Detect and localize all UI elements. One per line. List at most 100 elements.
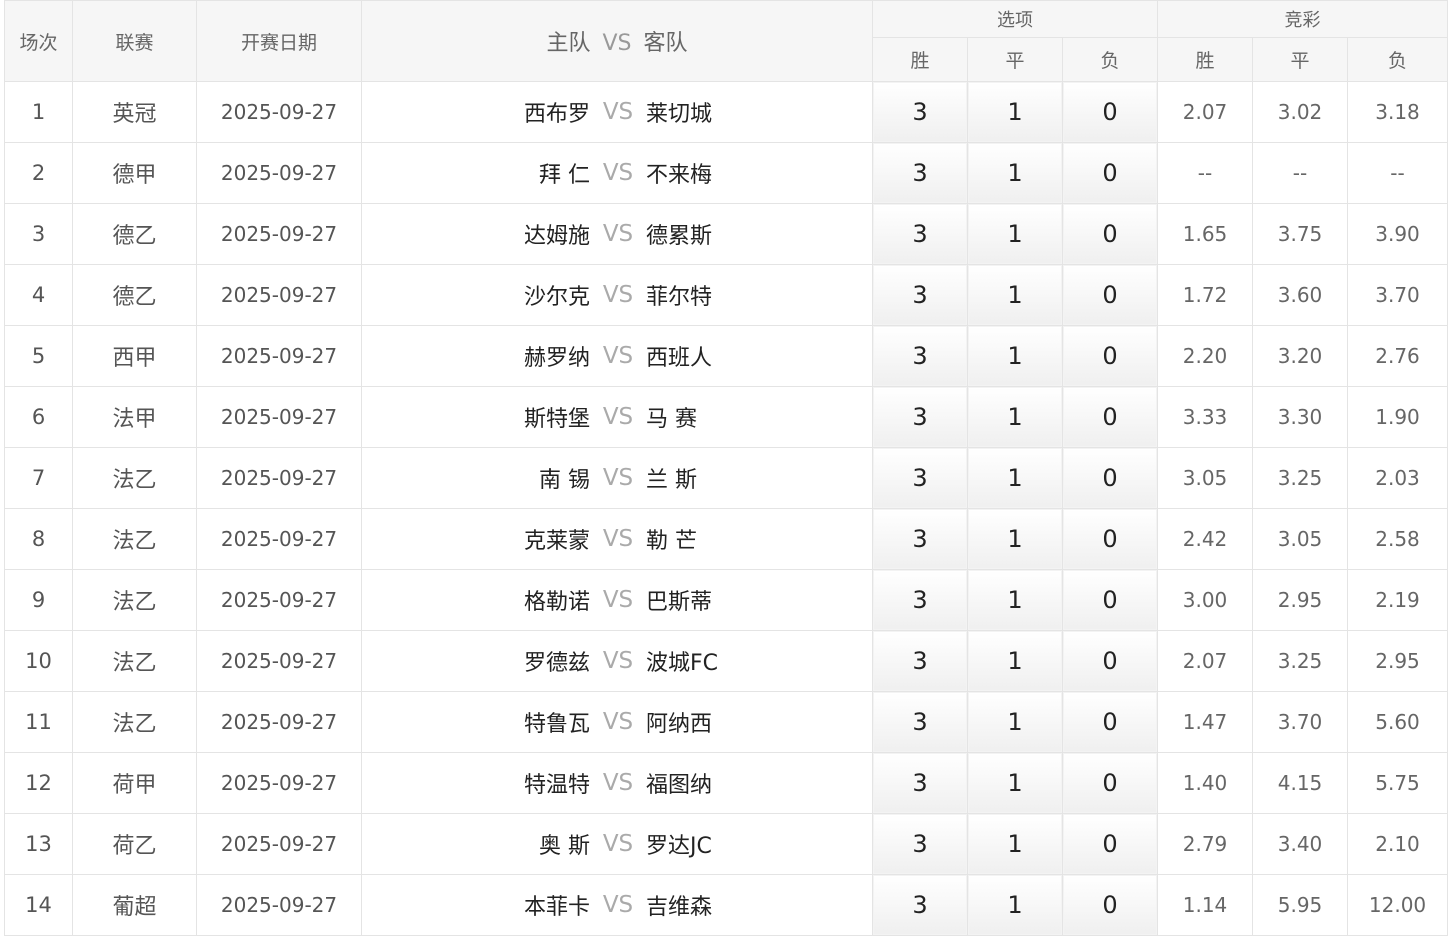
option-draw-button[interactable]: 1 [967,264,1063,326]
match-teams-line: 拜 仁 VS 不来梅 [363,157,872,189]
match-league: 荷乙 [72,813,197,875]
option-loss-button[interactable]: 0 [1061,630,1159,692]
match-teams-line: 特温特 VS 福图纳 [363,767,872,799]
odds-draw: -- [1252,142,1349,204]
vs-label: VS [602,343,634,369]
option-loss-button[interactable]: 0 [1061,264,1159,326]
table-row: 3 德乙 2025-09-27 达姆施 VS 德累斯 3 1 0 1.65 3.… [4,203,1449,265]
vs-label: VS [602,465,634,491]
table-row: 8 法乙 2025-09-27 克莱蒙 VS 勒 芒 3 1 0 2.42 3.… [4,508,1449,570]
match-index: 14 [4,874,73,936]
option-win-button[interactable]: 3 [872,142,968,204]
option-draw-button[interactable]: 1 [967,874,1063,936]
match-league: 法乙 [72,691,197,753]
option-win-button[interactable]: 3 [872,813,968,875]
match-league: 西甲 [72,325,197,387]
odds-win: 2.42 [1157,508,1254,570]
option-loss-button[interactable]: 0 [1061,691,1159,753]
option-loss-button[interactable]: 0 [1061,569,1159,631]
odds-draw: 3.70 [1252,691,1349,753]
odds-loss: 12.00 [1347,874,1449,936]
option-draw-button[interactable]: 1 [967,569,1063,631]
option-win-button[interactable]: 3 [872,264,968,326]
option-win-button[interactable]: 3 [872,569,968,631]
option-draw-button[interactable]: 1 [967,81,1063,143]
vs-label: VS [602,770,634,796]
option-draw-button[interactable]: 1 [967,752,1063,814]
option-win-button[interactable]: 3 [872,691,968,753]
option-loss-button[interactable]: 0 [1061,447,1159,509]
odds-win: 1.40 [1157,752,1254,814]
option-draw-button[interactable]: 1 [967,508,1063,570]
option-draw-button[interactable]: 1 [967,691,1063,753]
odds-win: 2.79 [1157,813,1254,875]
option-draw-button[interactable]: 1 [967,630,1063,692]
match-teams: 本菲卡 VS 吉维森 [361,874,873,936]
option-draw-button[interactable]: 1 [967,813,1063,875]
match-index: 11 [4,691,73,753]
match-league: 法乙 [72,508,197,570]
match-date: 2025-09-27 [196,203,362,265]
option-win-button[interactable]: 3 [872,81,968,143]
match-date: 2025-09-27 [196,447,362,509]
option-win-button[interactable]: 3 [872,203,968,265]
option-win-button[interactable]: 3 [872,325,968,387]
option-win-button[interactable]: 3 [872,508,968,570]
option-loss-button[interactable]: 0 [1061,386,1159,448]
odds-win: 2.07 [1157,630,1254,692]
header-date: 开赛日期 [196,0,362,82]
option-loss-button[interactable]: 0 [1061,813,1159,875]
odds-draw: 3.30 [1252,386,1349,448]
option-loss-button[interactable]: 0 [1061,752,1159,814]
odds-loss: 3.18 [1347,81,1449,143]
match-date: 2025-09-27 [196,813,362,875]
option-draw-button[interactable]: 1 [967,203,1063,265]
option-win-button[interactable]: 3 [872,752,968,814]
option-loss-button[interactable]: 0 [1061,508,1159,570]
table-body: 1 英冠 2025-09-27 西布罗 VS 莱切城 3 1 0 2.07 3.… [4,81,1449,936]
match-date: 2025-09-27 [196,752,362,814]
odds-loss: 2.03 [1347,447,1449,509]
match-index: 12 [4,752,73,814]
match-index: 6 [4,386,73,448]
home-team: 赫罗纳 [523,346,590,371]
option-loss-button[interactable]: 0 [1061,874,1159,936]
match-league: 法乙 [72,569,197,631]
table-row: 5 西甲 2025-09-27 赫罗纳 VS 西班人 3 1 0 2.20 3.… [4,325,1449,387]
option-loss-button[interactable]: 0 [1061,203,1159,265]
away-team: 阿纳西 [646,712,713,737]
vs-label: VS [602,709,634,735]
home-team: 西布罗 [523,102,590,127]
header-option-win: 胜 [872,37,968,82]
match-index: 4 [4,264,73,326]
option-win-button[interactable]: 3 [872,874,968,936]
option-win-button[interactable]: 3 [872,386,968,448]
option-win-button[interactable]: 3 [872,630,968,692]
table-row: 7 法乙 2025-09-27 南 锡 VS 兰 斯 3 1 0 3.05 3.… [4,447,1449,509]
option-loss-button[interactable]: 0 [1061,325,1159,387]
odds-loss: 2.58 [1347,508,1449,570]
header-league: 联赛 [72,0,197,82]
away-team: 巴斯蒂 [646,590,713,615]
match-date: 2025-09-27 [196,81,362,143]
table-row: 2 德甲 2025-09-27 拜 仁 VS 不来梅 3 1 0 -- -- -… [4,142,1449,204]
option-draw-button[interactable]: 1 [967,386,1063,448]
vs-label: VS [602,892,634,918]
vs-label: VS [602,404,634,430]
match-date: 2025-09-27 [196,142,362,204]
option-loss-button[interactable]: 0 [1061,81,1159,143]
option-win-button[interactable]: 3 [872,447,968,509]
odds-loss: 3.70 [1347,264,1449,326]
option-draw-button[interactable]: 1 [967,447,1063,509]
away-team: 波城FC [646,651,719,676]
away-team: 兰 斯 [646,468,697,493]
option-loss-button[interactable]: 0 [1061,142,1159,204]
match-teams-line: 斯特堡 VS 马 赛 [363,401,872,433]
away-team: 菲尔特 [646,285,713,310]
home-team: 沙尔克 [523,285,590,310]
match-teams-line: 克莱蒙 VS 勒 芒 [363,523,872,555]
home-team: 奥 斯 [539,834,590,859]
option-draw-button[interactable]: 1 [967,325,1063,387]
odds-loss: 2.76 [1347,325,1449,387]
option-draw-button[interactable]: 1 [967,142,1063,204]
